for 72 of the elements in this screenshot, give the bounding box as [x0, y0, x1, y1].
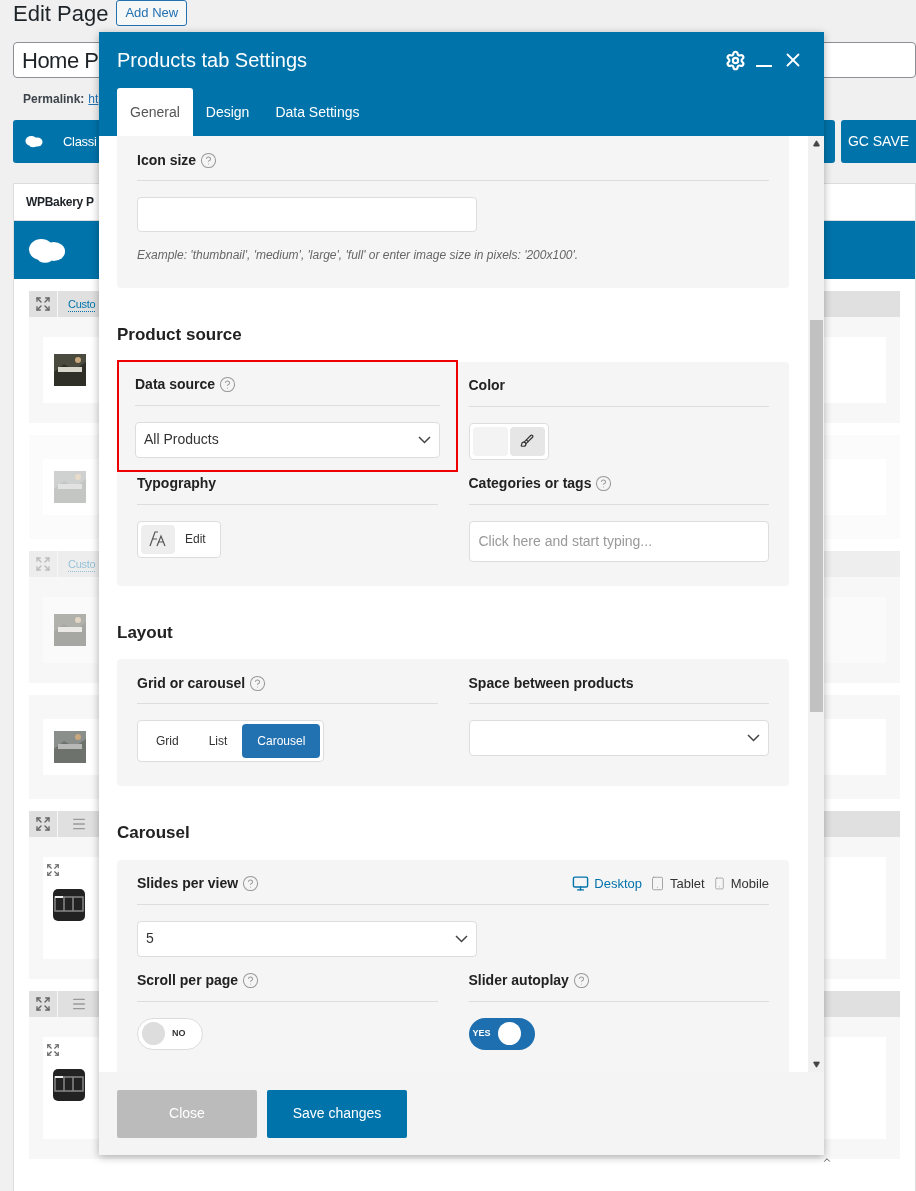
chevron-icon [747, 734, 760, 742]
field-label: Slider autoplay [468, 971, 569, 990]
tags-field[interactable]: Click here and start typing... [468, 520, 769, 562]
help-icon[interactable] [595, 475, 613, 492]
grid-icon [53, 889, 85, 921]
phone-icon [712, 875, 726, 892]
page-heading: Edit Page [13, 0, 109, 28]
scroll-thumb[interactable] [809, 320, 823, 712]
device-tab[interactable]: Mobile [712, 873, 769, 894]
help-icon[interactable] [242, 972, 260, 989]
hint-text: Example: 'thumbnail', 'medium', 'large', 'full' or enter image size in pixels: '200x100'. [137, 247, 580, 264]
scroll-up-icon[interactable] [812, 140, 820, 147]
dialog-button[interactable]: Save changes [267, 1089, 407, 1138]
chevron-icon [455, 934, 468, 943]
field-label: Scroll per page [137, 971, 239, 990]
builder-title: WPBakery P [26, 194, 94, 211]
brush-icon [520, 434, 534, 448]
section-heading: Layout [117, 621, 174, 644]
cloud-logo [28, 236, 66, 264]
tablet-icon [650, 875, 665, 892]
monitor-icon [572, 875, 590, 892]
device-tab[interactable]: Desktop [572, 873, 642, 894]
segment-option[interactable]: List [193, 724, 243, 758]
segment-option[interactable]: Carousel [242, 724, 321, 758]
toggle-switch[interactable]: YES [468, 1017, 535, 1050]
edit-label[interactable]: Edit [185, 530, 206, 548]
segment-option[interactable]: Grid [141, 724, 194, 758]
tab[interactable]: Data Settings [262, 88, 373, 136]
font-icon [149, 531, 167, 547]
expand-icon[interactable] [35, 816, 51, 832]
row-link[interactable]: Custo [68, 296, 96, 312]
toggle-switch[interactable]: NO [137, 1017, 203, 1050]
select-field[interactable]: All Products [135, 421, 440, 458]
gc-save-button[interactable]: GC SAVE [841, 120, 916, 163]
field-label: Data source [135, 375, 216, 394]
permalink-label: Permalink: [23, 91, 85, 108]
tab[interactable]: Design [192, 88, 263, 136]
grid-icon [53, 1069, 85, 1101]
cloud-icon [25, 135, 43, 148]
section-heading: Product source [117, 324, 243, 346]
permalink-link[interactable]: ht [88, 90, 99, 108]
help-icon[interactable] [219, 376, 237, 393]
select-field[interactable]: 5 [137, 920, 477, 957]
typography-control[interactable]: Edit [137, 520, 221, 558]
field-label: Color [468, 376, 506, 395]
field-label: Slides per view [137, 874, 239, 893]
field-label: Categories or tags [468, 474, 592, 493]
expand-icon[interactable] [46, 1043, 60, 1057]
settings-icon[interactable] [725, 49, 746, 71]
help-icon[interactable] [249, 674, 267, 692]
add-new-button[interactable]: Add New [116, 0, 188, 26]
select-field[interactable] [468, 720, 769, 756]
chevron-icon [417, 435, 431, 444]
tab[interactable]: General [117, 88, 193, 136]
scroll-down-icon[interactable] [812, 1061, 820, 1068]
scrollbar[interactable] [808, 136, 824, 1072]
help-icon[interactable] [572, 972, 590, 989]
dialog-title: Products tab Settings [117, 48, 308, 73]
device-tab[interactable]: Tablet [650, 873, 705, 894]
help-icon[interactable] [200, 151, 218, 169]
field-label: Typography [137, 474, 217, 493]
text-field[interactable] [137, 197, 477, 232]
expand-icon[interactable] [46, 863, 60, 877]
expand-icon[interactable] [35, 996, 51, 1012]
expand-icon[interactable] [35, 296, 51, 312]
caret-icon [822, 1155, 832, 1165]
color-picker[interactable] [468, 422, 549, 460]
help-icon[interactable] [242, 875, 260, 892]
field-label: Space between products [468, 673, 634, 693]
field-label: Icon size [137, 150, 197, 170]
section-heading: Carousel [117, 822, 191, 844]
field-label: Grid or carousel [137, 673, 246, 693]
